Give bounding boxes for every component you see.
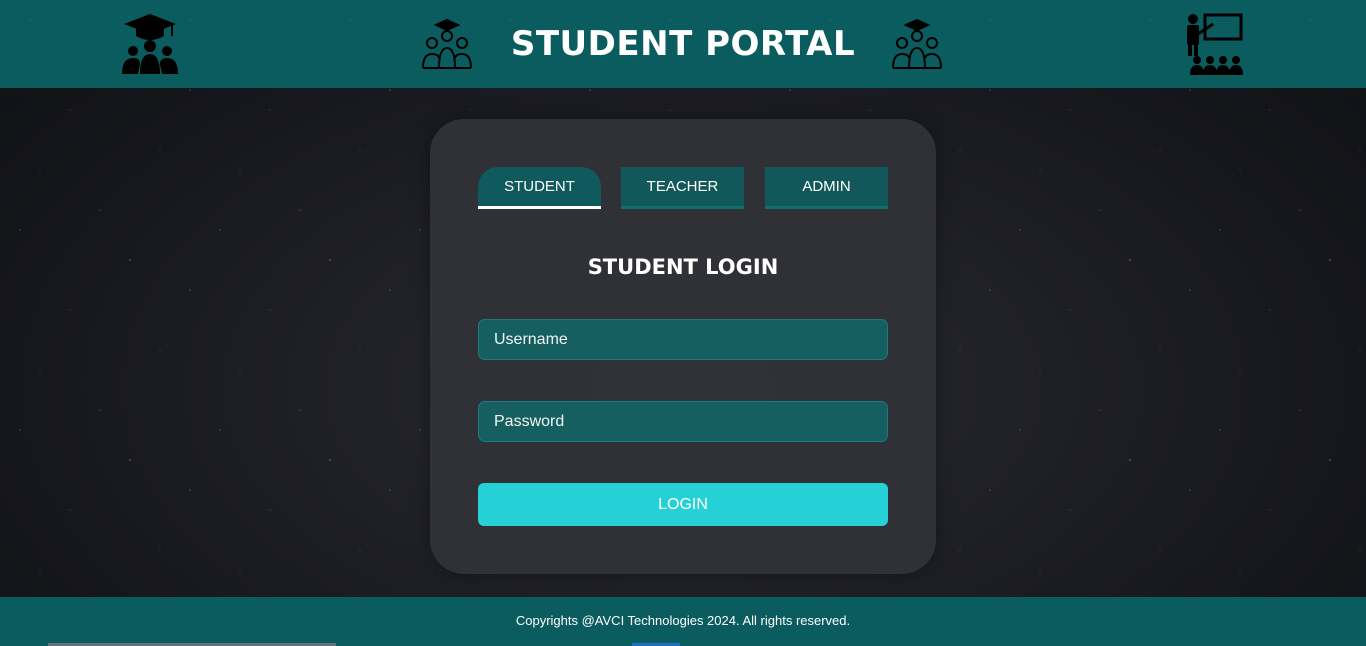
tab-teacher[interactable]: TEACHER [621,167,744,209]
login-card: STUDENT TEACHER ADMIN STUDENT LOGIN LOGI… [430,119,936,574]
page-title: STUDENT PORTAL [510,24,856,64]
username-input[interactable] [478,319,888,360]
login-button[interactable]: LOGIN [478,483,888,526]
tab-student[interactable]: STUDENT [478,167,601,209]
student-group-outline-icon [890,18,944,70]
teacher-classroom-icon [1183,12,1247,76]
header-bar: STUDENT PORTAL [0,0,1366,88]
footer-copyright: Copyrights @AVCI Technologies 2024. All … [515,613,851,628]
login-title: STUDENT LOGIN [587,255,779,279]
tab-admin[interactable]: ADMIN [765,167,888,209]
password-input[interactable] [478,401,888,442]
footer-bar: Copyrights @AVCI Technologies 2024. All … [0,597,1366,646]
